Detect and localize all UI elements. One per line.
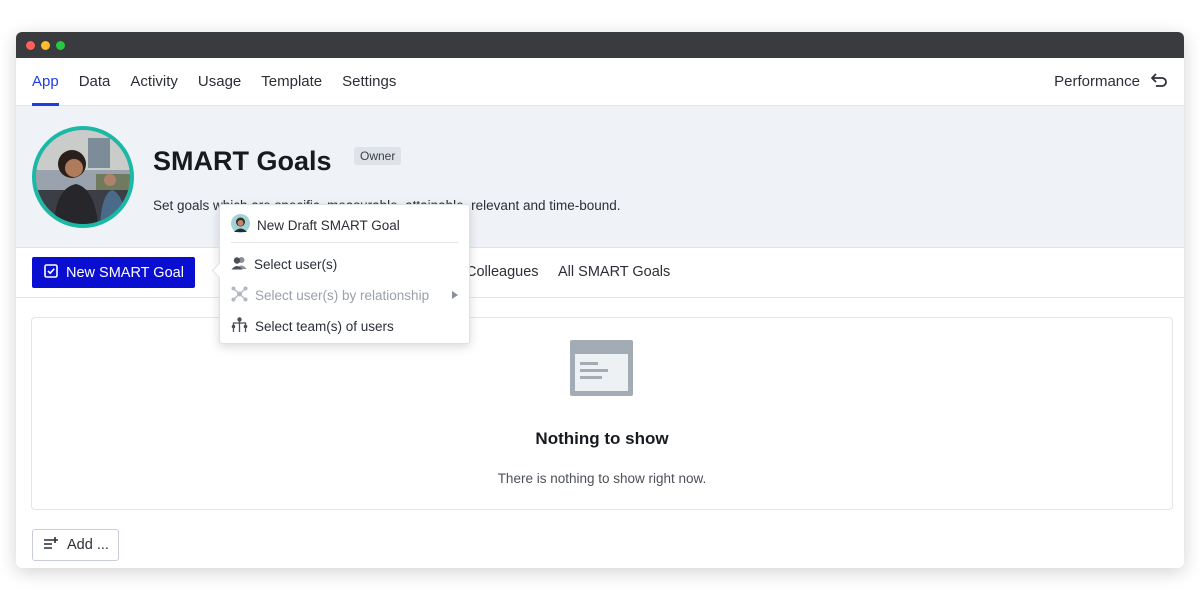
- window-titlebar: [16, 32, 1184, 58]
- return-arrow-icon: [1150, 72, 1168, 92]
- tab-activity[interactable]: Activity: [130, 58, 178, 106]
- avatar: [32, 126, 134, 228]
- relationship-icon: [231, 286, 248, 305]
- new-goal-dropdown-menu: New Draft SMART Goal Select user(s) Sele…: [211, 204, 470, 344]
- tab-template[interactable]: Template: [261, 58, 322, 106]
- new-smart-goal-label: New SMART Goal: [66, 264, 184, 281]
- tab-data[interactable]: Data: [79, 58, 111, 106]
- tab-usage[interactable]: Usage: [198, 58, 241, 106]
- menu-separator: [231, 242, 458, 243]
- empty-state-title: Nothing to show: [535, 429, 669, 448]
- users-icon: [231, 256, 247, 273]
- app-window: App Data Activity Usage Template Setting…: [16, 32, 1184, 568]
- document-window-icon: [570, 340, 633, 401]
- team-hierarchy-icon: [231, 317, 248, 336]
- menu-item-select-users-by-relationship: Select user(s) by relationship: [231, 286, 459, 305]
- user-avatar-icon: [231, 214, 250, 236]
- menu-item-new-draft-goal[interactable]: New Draft SMART Goal: [231, 214, 459, 236]
- checkbox-icon: [44, 263, 58, 282]
- add-button-label: Add ...: [67, 537, 109, 553]
- menu-item-select-teams[interactable]: Select team(s) of users: [231, 317, 459, 336]
- page-title: SMART Goals: [153, 146, 332, 176]
- close-window-dot[interactable]: [26, 40, 35, 50]
- menu-item-label: Select user(s): [254, 257, 338, 272]
- add-button[interactable]: Add ...: [32, 529, 119, 561]
- top-navigation: App Data Activity Usage Template Setting…: [16, 58, 1184, 106]
- tab-colleagues[interactable]: Colleagues: [466, 264, 539, 280]
- menu-item-label: Select team(s) of users: [255, 319, 394, 334]
- menu-item-label: New Draft SMART Goal: [257, 217, 400, 233]
- add-list-icon: [43, 536, 59, 554]
- submenu-arrow-icon: [451, 288, 459, 303]
- minimize-window-dot[interactable]: [41, 40, 50, 50]
- maximize-window-dot[interactable]: [56, 40, 65, 50]
- action-bar: New SMART Goal Colleagues All SMART Goal…: [16, 248, 1184, 298]
- performance-label: Performance: [1054, 73, 1140, 90]
- tab-all-smart-goals[interactable]: All SMART Goals: [558, 264, 670, 280]
- new-smart-goal-button[interactable]: New SMART Goal: [32, 257, 195, 288]
- performance-link[interactable]: Performance: [1054, 72, 1168, 92]
- avatar-photo: [36, 130, 130, 224]
- empty-state-panel: Nothing to show There is nothing to show…: [31, 317, 1173, 510]
- app-header: SMART Goals Owner Set goals which are sp…: [16, 106, 1184, 248]
- empty-state-description: There is nothing to show right now.: [497, 471, 707, 486]
- owner-badge: Owner: [354, 147, 402, 165]
- menu-item-label: Select user(s) by relationship: [255, 288, 430, 303]
- menu-item-select-users[interactable]: Select user(s): [231, 256, 459, 273]
- tab-settings[interactable]: Settings: [342, 58, 396, 106]
- tab-app[interactable]: App: [32, 58, 59, 106]
